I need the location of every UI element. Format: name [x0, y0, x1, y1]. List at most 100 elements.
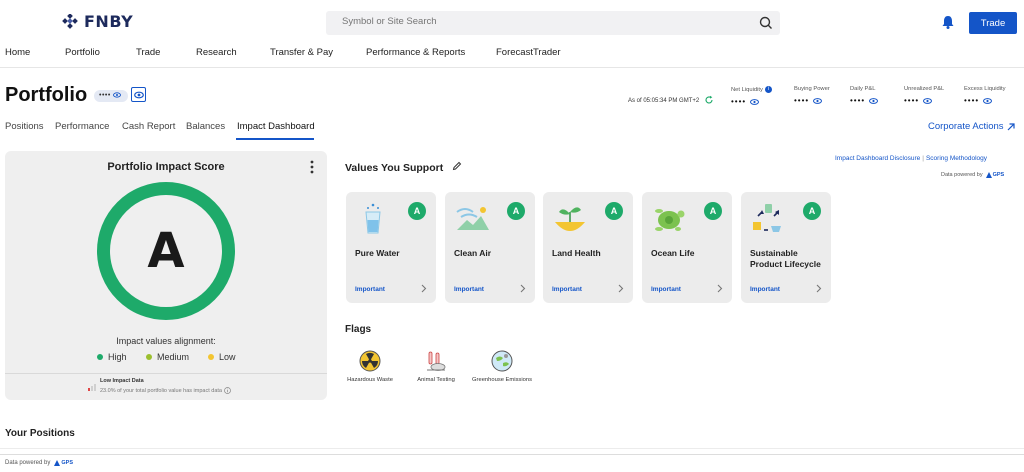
- eye-icon: [133, 91, 144, 98]
- account-selector[interactable]: ••••: [94, 90, 128, 102]
- search-input[interactable]: [342, 16, 742, 27]
- values-title: Values You Support: [345, 162, 444, 174]
- powered-by-text: Data powered by: [941, 172, 983, 178]
- methodology-link[interactable]: Scoring Methodology: [926, 155, 987, 162]
- flag-hazardous-waste[interactable]: Hazardous Waste: [340, 350, 400, 384]
- metric-value: ••••: [964, 96, 980, 105]
- footer-powered-by: Data powered by GPS: [5, 460, 73, 466]
- divider: [0, 448, 1024, 449]
- flag-label: Greenhouse Emissions: [472, 377, 532, 383]
- edit-pencil-icon[interactable]: [452, 161, 462, 171]
- flag-animal-testing[interactable]: Animal Testing: [406, 350, 466, 384]
- grade-badge: A: [408, 202, 426, 220]
- nav-research[interactable]: Research: [196, 47, 237, 58]
- provider-logo: GPS: [54, 460, 73, 466]
- legend-medium: Medium: [146, 352, 189, 362]
- provider-name: GPS: [61, 460, 73, 466]
- turtle-icon: [655, 209, 685, 231]
- flag-greenhouse-emissions[interactable]: Greenhouse Emissions: [472, 350, 532, 384]
- top-bar: FNBY Trade: [0, 0, 1024, 44]
- flags-title: Flags: [345, 324, 372, 335]
- info-icon[interactable]: i: [764, 86, 772, 93]
- metric-value: ••••: [794, 96, 810, 105]
- chevron-right-icon: [421, 284, 427, 293]
- logo-mark-icon: [62, 13, 78, 29]
- grade-badge: A: [704, 202, 722, 220]
- impact-score-card: Portfolio Impact Score A Impact values a…: [5, 151, 327, 400]
- corporate-actions-link[interactable]: Corporate Actions: [928, 121, 1015, 132]
- refresh-icon[interactable]: [704, 95, 714, 105]
- tab-balances[interactable]: Balances: [186, 121, 225, 132]
- eye-small-icon[interactable]: [750, 98, 760, 105]
- value-name: Pure Water: [355, 248, 400, 258]
- toggle-visibility-button[interactable]: [131, 87, 146, 102]
- nav-portfolio[interactable]: Portfolio: [65, 47, 100, 58]
- tab-impact-dashboard[interactable]: Impact Dashboard: [237, 121, 315, 132]
- as-of-timestamp: As of 05:05:34 PM GMT+2: [628, 98, 700, 104]
- provider-logo: GPS: [985, 172, 1005, 178]
- disclosure-link[interactable]: Impact Dashboard Disclosure: [835, 155, 920, 162]
- legend-label: High: [108, 352, 127, 362]
- tab-positions[interactable]: Positions: [5, 121, 44, 132]
- search-bar[interactable]: [326, 11, 780, 35]
- powered-by: Data powered by GPS: [941, 172, 1004, 178]
- value-name: Sustainable Product Lifecycle: [750, 248, 821, 269]
- score-title: Portfolio Impact Score: [107, 161, 225, 173]
- tab-performance[interactable]: Performance: [55, 121, 109, 132]
- active-tab-indicator: [236, 138, 314, 140]
- metric-value: ••••: [731, 97, 747, 107]
- high-dot-icon: [97, 354, 103, 360]
- importance-level: Important: [750, 286, 780, 293]
- metric-label: Net Liquidity: [731, 87, 763, 94]
- metric-value: ••••: [850, 96, 866, 105]
- grade-badge: A: [507, 202, 525, 220]
- importance-level: Important: [355, 286, 385, 293]
- metric-net-liquidity: Net Liquidity i ••••: [731, 86, 772, 106]
- brand-name: FNBY: [84, 12, 134, 31]
- footer-powered-text: Data powered by: [5, 460, 51, 466]
- eye-small-icon: [113, 92, 122, 98]
- nav-home[interactable]: Home: [5, 47, 30, 58]
- legend-label: Medium: [157, 352, 190, 362]
- more-options-icon[interactable]: [309, 160, 315, 174]
- nav-transfer-pay[interactable]: Transfer & Pay: [270, 47, 333, 58]
- eye-small-icon[interactable]: [813, 97, 823, 104]
- score-ring: A: [97, 182, 235, 320]
- value-card-ocean-life[interactable]: A Ocean Life Important: [642, 192, 732, 303]
- gps-mark-icon: [54, 460, 61, 466]
- nav-trade[interactable]: Trade: [136, 47, 160, 58]
- value-name: Ocean Life: [651, 248, 695, 258]
- tab-cash-report[interactable]: Cash Report: [122, 121, 175, 132]
- trade-button[interactable]: Trade: [969, 12, 1017, 34]
- eye-small-icon[interactable]: [869, 97, 879, 104]
- grade-badge: A: [803, 202, 821, 220]
- legend-low: Low: [208, 352, 236, 362]
- value-card-pure-water[interactable]: A Pure Water Important: [346, 192, 436, 303]
- provider-name: GPS: [992, 172, 1005, 178]
- metric-buying-power: Buying Power ••••: [794, 86, 830, 105]
- medium-dot-icon: [146, 354, 152, 360]
- sprout-icon: [555, 207, 585, 231]
- external-arrow-icon: [1007, 122, 1015, 130]
- value-name: Land Health: [552, 248, 601, 258]
- value-card-land-health[interactable]: A Land Health Important: [543, 192, 633, 303]
- eye-small-icon[interactable]: [923, 97, 933, 104]
- nav-forecasttrader[interactable]: ForecastTrader: [496, 47, 561, 58]
- metric-label: Buying Power: [794, 86, 830, 92]
- eye-small-icon[interactable]: [983, 97, 993, 104]
- divider: [5, 373, 327, 374]
- metric-unrealized-pnl: Unrealized P&L ••••: [904, 86, 944, 105]
- masked-account: ••••: [99, 92, 111, 99]
- info-icon[interactable]: [224, 387, 231, 394]
- nav-performance-reports[interactable]: Performance & Reports: [366, 47, 465, 58]
- notification-bell-icon[interactable]: [940, 14, 956, 30]
- value-card-sustainable-product-lifecycle[interactable]: A Sustainable Product Lifecycle Importan…: [741, 192, 831, 303]
- brand-logo[interactable]: FNBY: [62, 12, 133, 31]
- low-signal-icon: [88, 384, 96, 391]
- chevron-right-icon: [717, 284, 723, 293]
- value-card-clean-air[interactable]: A Clean Air Important: [445, 192, 535, 303]
- page-title: Portfolio: [5, 84, 88, 106]
- value-name: Clean Air: [454, 248, 492, 258]
- metric-value: ••••: [904, 96, 920, 105]
- search-icon[interactable]: [758, 15, 774, 31]
